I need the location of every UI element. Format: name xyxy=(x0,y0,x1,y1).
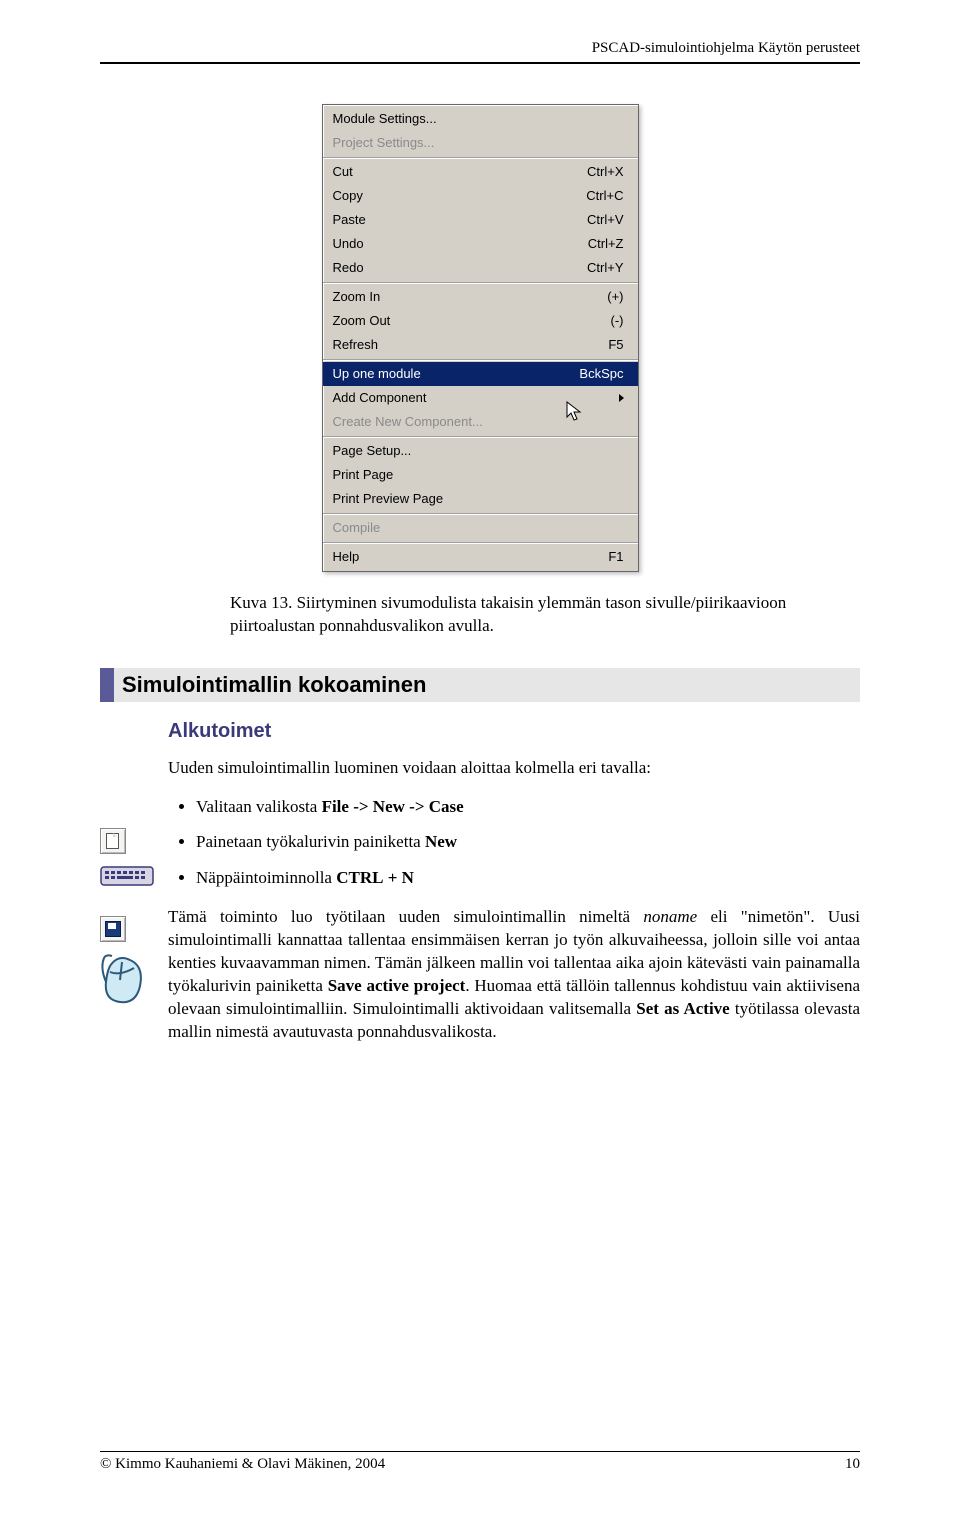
para-bold: Set as Active xyxy=(636,999,729,1018)
menu-label: Cut xyxy=(333,162,353,182)
mouse-icon xyxy=(100,952,146,1006)
context-menu: Module Settings... Project Settings... C… xyxy=(322,104,639,572)
intro-text: Uuden simulointimallin luominen voidaan … xyxy=(168,757,860,780)
menu-shortcut: F5 xyxy=(608,335,623,355)
list-text: Painetaan työkalurivin painiketta xyxy=(196,832,425,851)
menu-item-paste[interactable]: Paste Ctrl+V xyxy=(323,208,638,232)
menu-item-add-component[interactable]: Add Component xyxy=(323,386,638,410)
menu-shortcut: Ctrl+C xyxy=(586,186,623,206)
header-rule xyxy=(100,62,860,64)
section-title: Simulointimallin kokoaminen xyxy=(122,672,852,698)
list-bold: File -> New -> Case xyxy=(322,797,464,816)
menu-shortcut: Ctrl+V xyxy=(587,210,623,230)
section-heading: Simulointimallin kokoaminen xyxy=(100,668,860,702)
menu-label: Copy xyxy=(333,186,363,206)
menu-item-module-settings[interactable]: Module Settings... xyxy=(323,107,638,131)
menu-label: Up one module xyxy=(333,364,421,384)
list-item: Painetaan työkalurivin painiketta New xyxy=(196,829,860,855)
menu-label: Refresh xyxy=(333,335,379,355)
list-text: Näppäintoiminnolla xyxy=(196,868,336,887)
menu-label: Redo xyxy=(333,258,364,278)
figure-caption: Kuva 13. Siirtyminen sivumodulista takai… xyxy=(230,592,830,638)
list-bold: New xyxy=(425,832,457,851)
menu-label: Page Setup... xyxy=(333,441,412,461)
menu-item-cut[interactable]: Cut Ctrl+X xyxy=(323,160,638,184)
list-item: Valitaan valikosta File -> New -> Case xyxy=(196,794,860,820)
menu-shortcut: Ctrl+Z xyxy=(588,234,624,254)
menu-item-up-one-module[interactable]: Up one module BckSpc xyxy=(323,362,638,386)
bullet-list: Valitaan valikosta File -> New -> Case P… xyxy=(168,794,860,891)
menu-shortcut: Ctrl+Y xyxy=(587,258,623,278)
menu-item-copy[interactable]: Copy Ctrl+C xyxy=(323,184,638,208)
document-page: PSCAD-simulointiohjelma Käytön perusteet… xyxy=(0,0,960,1513)
menu-item-zoom-in[interactable]: Zoom In (+) xyxy=(323,285,638,309)
menu-item-print-preview-page[interactable]: Print Preview Page xyxy=(323,487,638,511)
new-document-icon xyxy=(100,828,126,854)
list-item: Näppäintoiminnolla CTRL + N xyxy=(196,865,860,891)
menu-item-refresh[interactable]: Refresh F5 xyxy=(323,333,638,357)
menu-item-zoom-out[interactable]: Zoom Out (-) xyxy=(323,309,638,333)
menu-item-print-page[interactable]: Print Page xyxy=(323,463,638,487)
menu-item-redo[interactable]: Redo Ctrl+Y xyxy=(323,256,638,280)
page-footer: © Kimmo Kauhaniemi & Olavi Mäkinen, 2004… xyxy=(100,1451,860,1473)
footer-page-number: 10 xyxy=(845,1456,860,1473)
list-smallcaps: CTRL xyxy=(336,868,383,887)
menu-shortcut: (-) xyxy=(611,311,624,331)
menu-label: Zoom In xyxy=(333,287,381,307)
menu-item-compile: Compile xyxy=(323,516,638,540)
menu-label: Project Settings... xyxy=(333,133,435,153)
margin-icons xyxy=(100,772,156,1016)
menu-label: Add Component xyxy=(333,388,427,408)
menu-item-help[interactable]: Help F1 xyxy=(323,545,638,569)
menu-item-create-new-component: Create New Component... xyxy=(323,410,638,434)
submenu-indicator xyxy=(613,388,624,408)
menu-label: Zoom Out xyxy=(333,311,391,331)
menu-label: Print Page xyxy=(333,465,394,485)
keyboard-icon xyxy=(100,864,154,888)
list-text: Valitaan valikosta xyxy=(196,797,322,816)
menu-item-undo[interactable]: Undo Ctrl+Z xyxy=(323,232,638,256)
menu-shortcut: Ctrl+X xyxy=(587,162,623,182)
menu-shortcut: (+) xyxy=(607,287,623,307)
para-italic: noname xyxy=(643,907,697,926)
menu-label: Module Settings... xyxy=(333,109,437,129)
menu-shortcut: BckSpc xyxy=(579,364,623,384)
subsection-title: Alkutoimet xyxy=(168,720,860,743)
menu-label: Print Preview Page xyxy=(333,489,444,509)
chevron-right-icon xyxy=(619,394,624,402)
list-bold: + N xyxy=(383,868,413,887)
menu-label: Paste xyxy=(333,210,366,230)
footer-copyright: © Kimmo Kauhaniemi & Olavi Mäkinen, 2004 xyxy=(100,1456,385,1473)
running-header: PSCAD-simulointiohjelma Käytön perusteet xyxy=(592,40,860,57)
menu-label: Compile xyxy=(333,518,381,538)
para-bold: Save active project xyxy=(328,976,466,995)
paragraph: Tämä toiminto luo työtilaan uuden simulo… xyxy=(168,906,860,1044)
menu-label: Help xyxy=(333,547,360,567)
figure-context-menu: Module Settings... Project Settings... C… xyxy=(100,104,860,572)
save-icon xyxy=(100,916,126,942)
para-text: Tämä toiminto luo työtilaan uuden simulo… xyxy=(168,907,643,926)
menu-item-project-settings: Project Settings... xyxy=(323,131,638,155)
menu-shortcut: F1 xyxy=(608,547,623,567)
menu-label: Create New Component... xyxy=(333,412,483,432)
menu-item-page-setup[interactable]: Page Setup... xyxy=(323,439,638,463)
section-body: Alkutoimet Uuden simulointimallin luomin… xyxy=(168,720,860,1044)
menu-label: Undo xyxy=(333,234,364,254)
